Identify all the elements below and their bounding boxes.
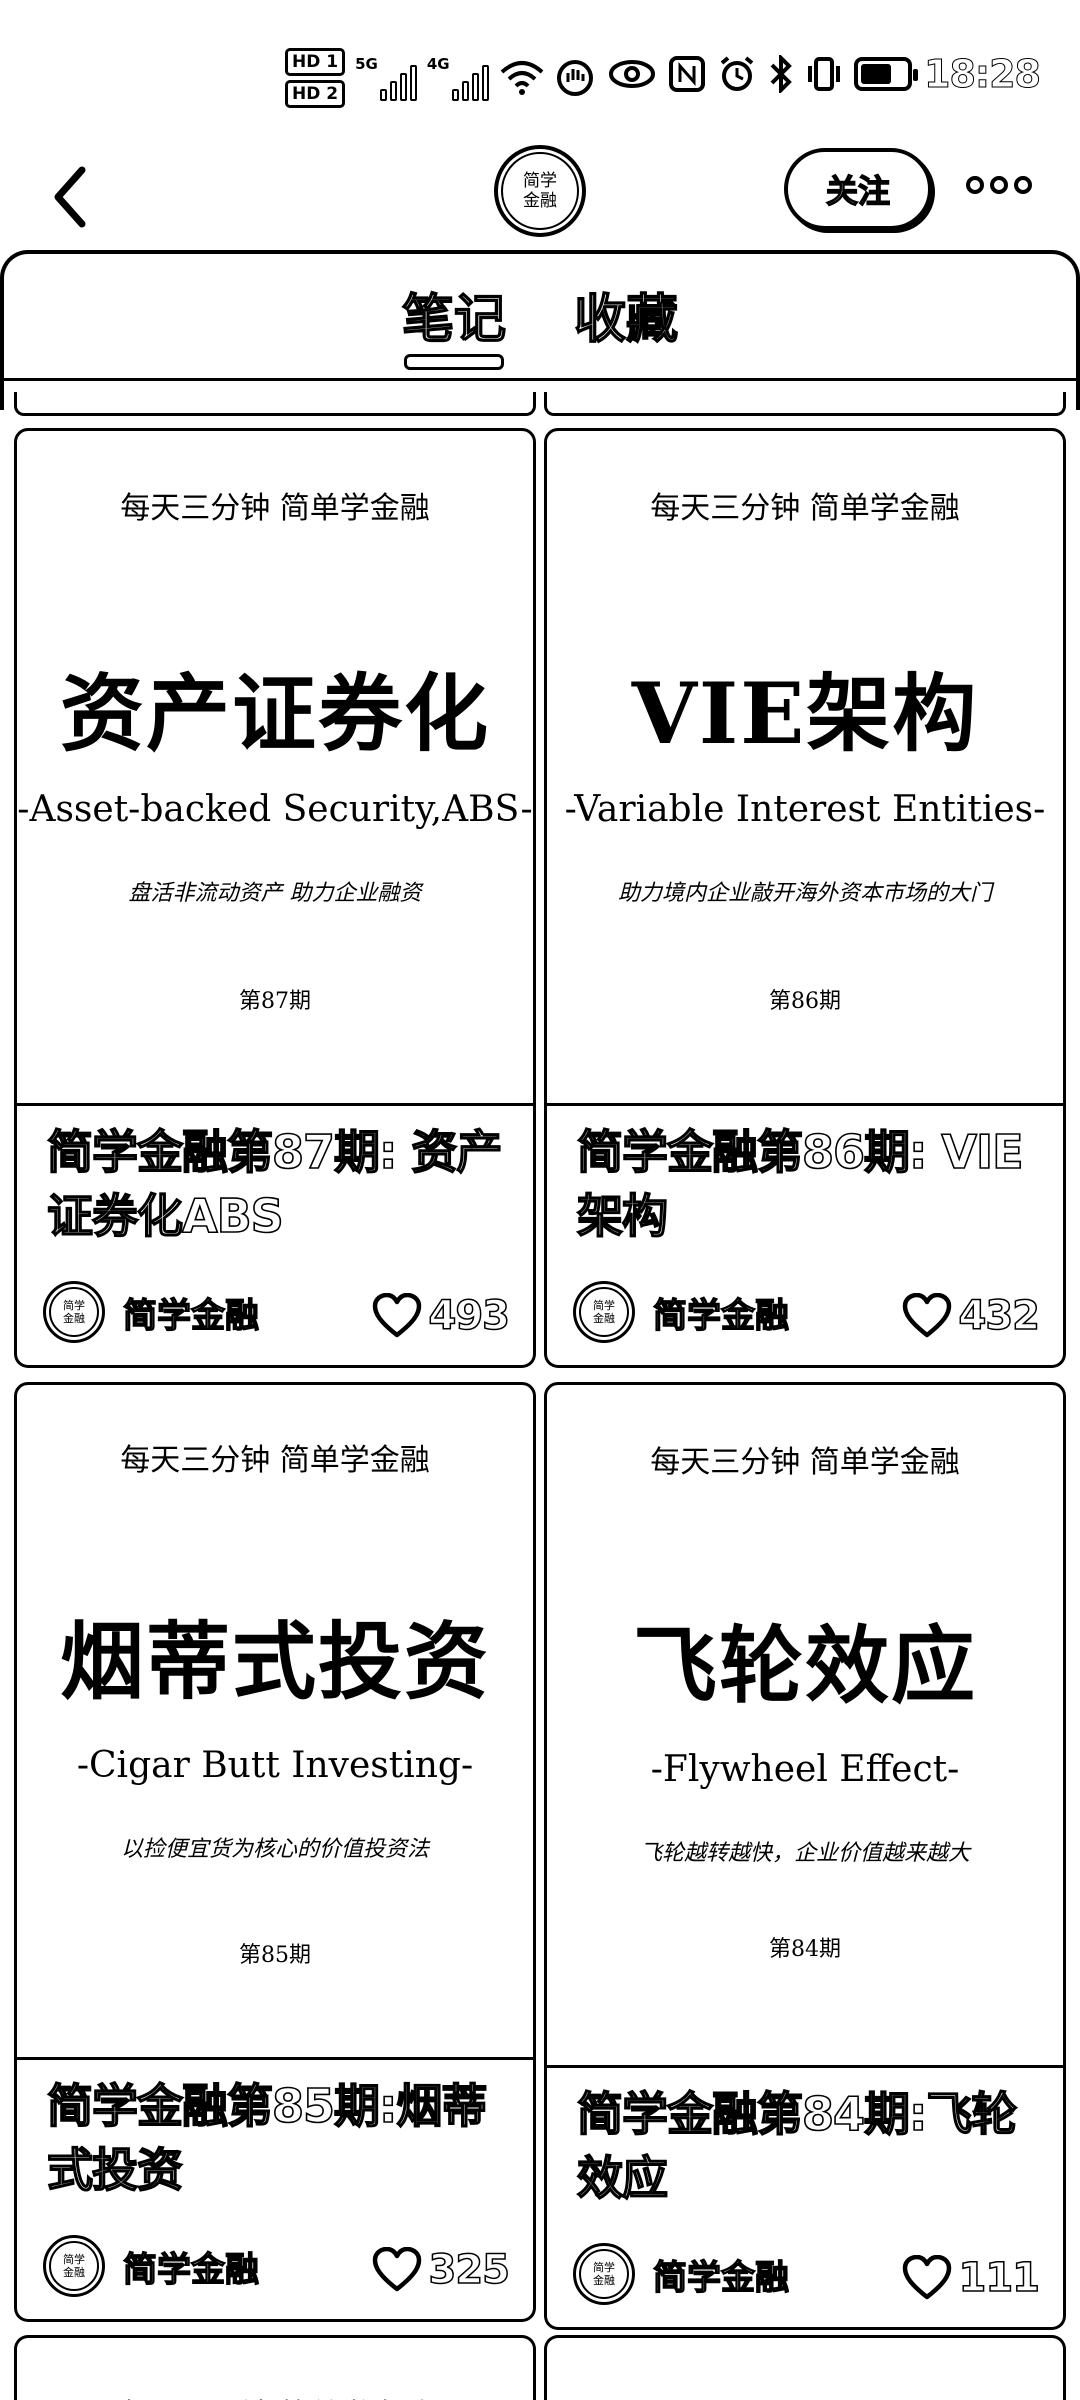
wifi-icon [500,61,543,95]
note-author[interactable]: 简学 金融 简学金融 [43,2235,260,2297]
tab-notes[interactable]: 笔记 [398,280,510,370]
note-info: 简学金融第84期:飞轮效应 简学 金融 简学金融 111 [544,2068,1066,2330]
hd-badge-2: HD 2 [285,80,346,108]
nfc-icon [669,56,706,92]
status-bar: HD 1 HD 2 5G 4G 18:28 [0,0,1080,140]
cover-tagline: 每天三分钟 简单学金融 [17,2390,533,2400]
cover-tagline: 每天三分钟 简单学金融 [650,491,960,526]
chevron-left-icon [54,166,86,228]
next-note-card[interactable] [544,2335,1066,2400]
note-title[interactable]: 简学金融第86期: VIE架构 [576,1120,1043,1248]
cover-title: 资产证券化 [59,664,490,763]
cover-english: -Cigar Butt Investing- [76,1745,474,1786]
divider [0,378,1080,381]
cover-title: 烟蒂式投资 [59,1612,490,1711]
note-author[interactable]: 简学 金融 简学金融 [573,2243,790,2305]
like-count: 493 [428,1292,511,1340]
cover-tagline: 每天三分钟 简单学金融 [120,491,430,526]
hd-badge-1: HD 1 [285,48,346,76]
previous-card-edge [14,392,536,416]
system-indicators: 18:28 [608,52,1042,97]
author-avatar: 简学 金融 [573,1281,635,1343]
follow-button[interactable]: 关注 [784,148,932,230]
cover-subtitle: 飞轮越转越快，企业价值越来越大 [639,1841,970,1866]
author-avatar: 简学 金融 [43,2235,105,2297]
signal-5g-icon: 5G [355,55,417,101]
like-button[interactable]: 325 [371,2246,511,2294]
clock: 18:28 [924,52,1042,97]
network-indicators: HD 1 HD 2 5G 4G [285,48,595,108]
note-title[interactable]: 简学金融第85期:烟蒂式投资 [46,2074,513,2202]
cover-subtitle: 盘活非流动资产 助力企业融资 [128,881,422,906]
cover-subtitle: 助力境内企业敲开海外资本市场的大门 [617,881,992,906]
cover-tagline: 每天三分钟 简单学金融 [650,1445,960,1480]
like-button[interactable]: 432 [901,1292,1041,1340]
heart-icon [372,2247,421,2292]
author-name: 简学金融 [652,1295,789,1336]
author-avatar: 简学 金融 [573,2243,635,2305]
tab-favorites[interactable]: 收藏 [570,280,682,360]
note-cover[interactable]: 每天三分钟 简单学金融 烟蒂式投资 -Cigar Butt Investing-… [14,1382,536,2060]
hand-icon [556,60,593,96]
cover-english: -Variable Interest Entities- [564,789,1046,830]
like-count: 432 [958,1292,1041,1340]
more-button[interactable] [966,176,1032,194]
heart-icon [902,1293,951,1338]
profile-avatar[interactable]: 简学 金融 [494,145,586,237]
note-cover[interactable]: 每天三分钟 简单学金融 资产证券化 -Asset-backed Security… [14,428,536,1106]
alarm-icon [720,56,754,91]
note-author[interactable]: 简学 金融 简学金融 [573,1281,790,1343]
battery-icon [854,57,919,91]
author-name: 简学金融 [122,2249,259,2290]
signal-4g-icon: 4G [427,55,489,101]
author-avatar: 简学 金融 [43,1281,105,1343]
author-name: 简学金融 [652,2257,789,2298]
note-info: 简学金融第85期:烟蒂式投资 简学 金融 简学金融 325 [14,2060,536,2322]
note-cover[interactable]: 每天三分钟 简单学金融 VIE架构 -Variable Interest Ent… [544,428,1066,1106]
cover-english: -Flywheel Effect- [650,1749,960,1790]
note-info: 简学金融第87期: 资产证券化ABS 简学 金融 简学金融 493 [14,1106,536,1368]
like-count: 325 [428,2246,511,2294]
author-name: 简学金融 [122,1295,259,1336]
cover-tagline: 每天三分钟 简单学金融 [120,1443,430,1478]
note-cover[interactable]: 每天三分钟 简单学金融 飞轮效应 -Flywheel Effect- 飞轮越转越… [544,1382,1066,2068]
cover-issue: 第86期 [769,989,841,1014]
previous-card-edge [544,392,1066,416]
like-count: 111 [958,2254,1041,2302]
note-title[interactable]: 简学金融第87期: 资产证券化ABS [46,1120,513,1248]
note-author[interactable]: 简学 金融 简学金融 [43,1281,260,1343]
like-button[interactable]: 111 [901,2254,1041,2302]
cover-title: VIE架构 [631,664,979,763]
bluetooth-icon [770,55,792,93]
tab-bar: 笔记 收藏 [0,280,1080,370]
heart-icon [372,1293,421,1338]
vibrate-icon [808,57,841,91]
cover-issue: 第87期 [239,989,311,1014]
more-dot [966,176,984,194]
next-note-card[interactable]: 每天三分钟 简单学金融 [14,2335,536,2400]
cover-issue: 第84期 [769,1937,841,1962]
like-button[interactable]: 493 [371,1292,511,1340]
eye-icon [609,60,656,88]
cover-english: -Asset-backed Security,ABS- [17,789,533,830]
note-info: 简学金融第86期: VIE架构 简学 金融 简学金融 432 [544,1106,1066,1368]
back-button[interactable] [40,152,100,242]
cover-subtitle: 以捡便宜货为核心的价值投资法 [120,1837,429,1862]
cover-issue: 第85期 [239,1943,311,1968]
heart-icon [902,2255,951,2300]
more-dot [1014,176,1032,194]
note-title[interactable]: 简学金融第84期:飞轮效应 [576,2082,1043,2210]
cover-title: 飞轮效应 [632,1616,977,1715]
profile-header: 简学 金融 关注 [0,140,1080,250]
more-dot [990,176,1008,194]
